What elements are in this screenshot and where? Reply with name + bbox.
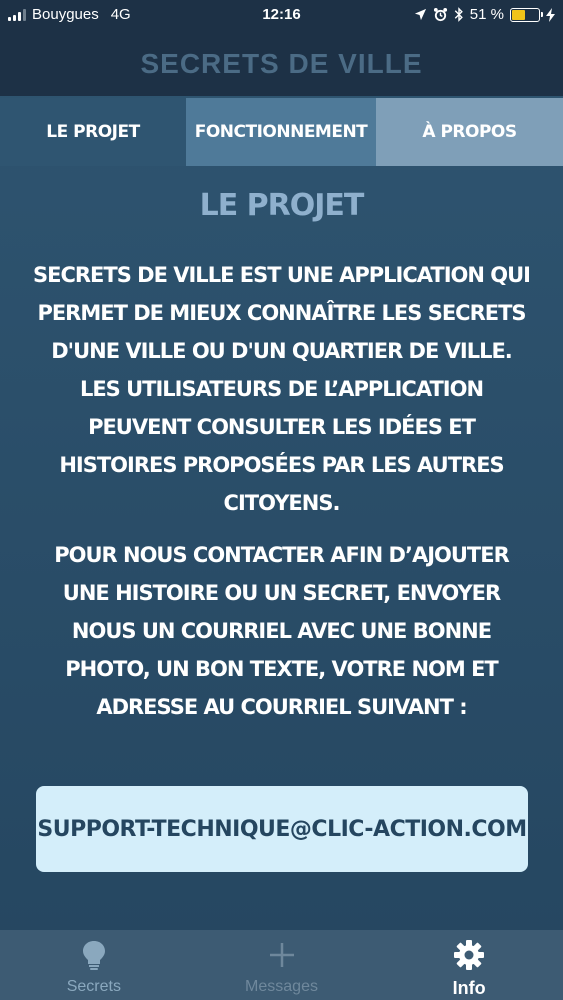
bottom-tab-bar: Secrets Messages Info <box>0 930 563 1000</box>
charging-bolt-icon <box>546 7 555 22</box>
section-title: LE PROJET <box>199 188 365 223</box>
battery-icon <box>510 7 543 22</box>
battery-percent: 51 % <box>469 6 504 23</box>
tabbar-label-info: Info <box>452 978 486 998</box>
bluetooth-icon <box>454 7 463 22</box>
segment-tabs: LE PROJET FONCTIONNEMENT À PROPOS <box>0 98 563 166</box>
status-bar: Bouygues 4G 12:16 51 % <box>0 0 563 32</box>
tabbar-label-secrets: Secrets <box>66 978 121 995</box>
location-arrow-icon <box>414 8 426 21</box>
email-button[interactable]: SUPPORT-TECHNIQUE@CLIC-ACTION.COM <box>36 786 528 872</box>
alarm-icon <box>433 7 447 22</box>
gear-icon <box>452 938 486 972</box>
contact-instructions: POUR NOUS CONTACTER AFIN D’AJOUTER UNE H… <box>54 543 510 719</box>
tab-le-projet[interactable]: LE PROJET <box>0 98 186 166</box>
email-address: SUPPORT-TECHNIQUE@CLIC-ACTION.COM <box>37 816 527 842</box>
tabbar-label-messages: Messages <box>245 978 318 995</box>
app-title: SECRETS DE VILLE <box>140 48 423 79</box>
tabbar-item-messages[interactable]: Messages <box>188 930 376 1000</box>
lightbulb-icon <box>77 938 111 972</box>
tabbar-item-secrets[interactable]: Secrets <box>0 930 188 1000</box>
status-right: 51 % <box>414 6 555 23</box>
tab-fonctionnement[interactable]: FONCTIONNEMENT <box>186 98 376 166</box>
tabbar-item-info[interactable]: Info <box>375 930 563 1000</box>
plus-icon <box>265 938 299 972</box>
project-description: SECRETS DE VILLE EST UNE APPLICATION QUI… <box>33 263 531 515</box>
app-header: SECRETS DE VILLE <box>0 32 563 96</box>
tab-a-propos[interactable]: À PROPOS <box>376 98 563 166</box>
battery-fill <box>512 9 526 20</box>
